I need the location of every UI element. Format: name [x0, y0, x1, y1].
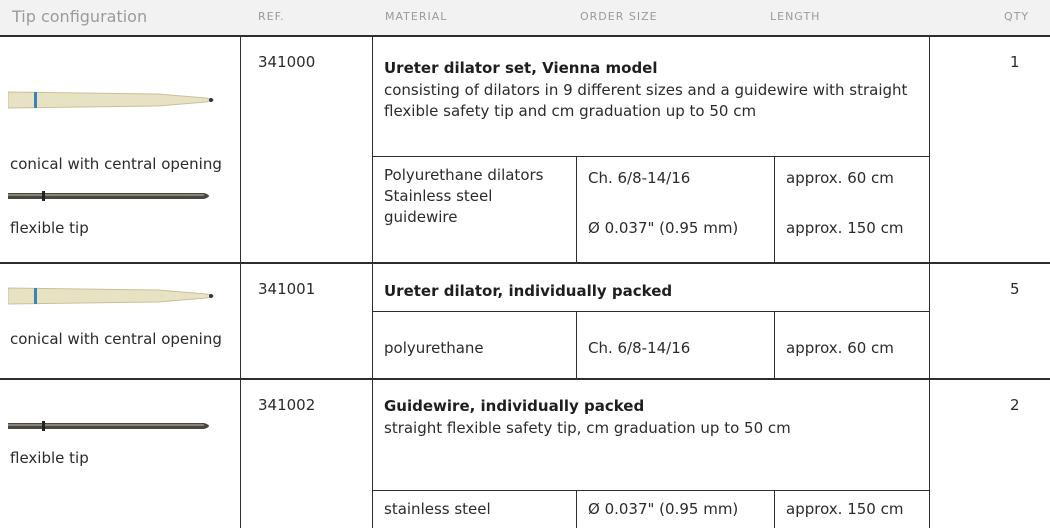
row-divider — [372, 490, 930, 491]
length: approx. 60 cm — [786, 169, 894, 187]
quantity: 5 — [1010, 280, 1020, 298]
column-divider — [576, 156, 577, 262]
tip-caption: conical with central opening — [10, 330, 222, 348]
ref-number: 341002 — [258, 396, 316, 414]
column-divider — [774, 490, 775, 528]
tip-caption: flexible tip — [10, 449, 89, 467]
quantity: 1 — [1010, 53, 1020, 71]
column-divider — [774, 311, 775, 378]
ref-number: 341001 — [258, 280, 316, 298]
column-divider — [240, 37, 241, 528]
header-length: LENGTH — [770, 10, 821, 23]
tip-caption: conical with central opening — [10, 155, 222, 173]
product-title: Ureter dilator set, Vienna model — [384, 59, 658, 77]
ref-number: 341000 — [258, 53, 316, 71]
product-description: straight flexible safety tip, cm graduat… — [384, 419, 791, 437]
column-divider — [929, 37, 930, 528]
quantity: 2 — [1010, 396, 1020, 414]
length: approx. 150 cm — [786, 500, 904, 518]
header-ref: REF. — [258, 10, 285, 23]
row-divider — [372, 311, 930, 312]
column-divider — [576, 311, 577, 378]
conical-dilator-tip-image — [8, 287, 215, 305]
order-size: Ø 0.037" (0.95 mm) — [588, 219, 739, 237]
table-header: Tip configuration REF. MATERIAL ORDER SI… — [0, 0, 1050, 35]
header-qty: QTY — [1004, 10, 1030, 23]
length: approx. 60 cm — [786, 339, 894, 357]
material: Stainless steel guidewire — [384, 187, 493, 226]
order-size: Ch. 6/8-14/16 — [588, 339, 691, 357]
product-description: consisting of dilators in 9 different si… — [384, 81, 908, 120]
flexible-guidewire-tip-image — [8, 421, 209, 431]
product-title: Ureter dilator, individually packed — [384, 282, 673, 300]
column-divider — [372, 37, 373, 528]
product-title: Guidewire, individually packed — [384, 397, 645, 415]
header-order-size: ORDER SIZE — [580, 10, 658, 23]
row-divider — [0, 35, 1050, 37]
row-divider — [0, 378, 1050, 380]
order-size: Ø 0.037" (0.95 mm) — [588, 500, 739, 518]
tip-caption: flexible tip — [10, 219, 89, 237]
conical-dilator-tip-image — [8, 91, 215, 109]
header-tip-configuration: Tip configuration — [12, 7, 148, 26]
flexible-guidewire-tip-image — [8, 191, 209, 201]
column-divider — [774, 156, 775, 262]
row-divider — [0, 262, 1050, 264]
material: stainless steel — [384, 500, 491, 518]
order-size: Ch. 6/8-14/16 — [588, 169, 691, 187]
row-divider — [372, 156, 930, 157]
header-material: MATERIAL — [385, 10, 448, 23]
material: polyurethane — [384, 339, 484, 357]
material: Polyurethane dilators — [384, 166, 544, 184]
column-divider — [576, 490, 577, 528]
length: approx. 150 cm — [786, 219, 904, 237]
